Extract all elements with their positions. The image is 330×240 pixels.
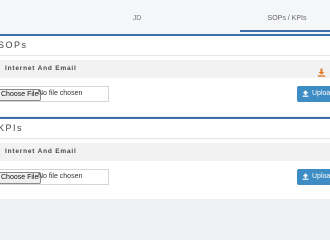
tab-bar: JD SOPs / KPIs: [0, 0, 330, 34]
sops-title: SOPs: [0, 40, 28, 50]
subheader-label: Internet And Email: [5, 148, 77, 155]
sops-file-input[interactable]: Choose File No file chosen: [0, 86, 109, 102]
choose-file-button[interactable]: Choose File: [0, 172, 42, 184]
kpis-subheader: Internet And Email: [0, 143, 330, 161]
file-status: No file chosen: [38, 173, 83, 180]
kpis-file-input[interactable]: Choose File No file chosen: [0, 169, 109, 185]
page-footer-space: [0, 207, 330, 220]
divider: [0, 55, 330, 56]
kpis-upload-button[interactable]: Upload: [297, 169, 330, 185]
file-status: No file chosen: [38, 90, 83, 97]
download-icon[interactable]: [317, 64, 326, 77]
upload-icon: [302, 90, 309, 97]
active-tab-indicator: [240, 30, 330, 32]
upload-label: Upload: [312, 90, 330, 97]
kpis-panel: KPIs Internet And Email Choose File No f…: [0, 117, 330, 199]
upload-label: Upload: [312, 173, 330, 180]
sops-upload-button[interactable]: Upload: [297, 86, 330, 102]
sops-subheader: Internet And Email: [0, 60, 330, 78]
sops-panel: SOPs Internet And Email Choose File No f…: [0, 34, 330, 116]
divider: [0, 138, 330, 139]
tab-jd[interactable]: JD: [96, 0, 178, 34]
upload-icon: [302, 173, 309, 180]
choose-file-button[interactable]: Choose File: [0, 89, 42, 101]
tab-sops-kpis[interactable]: SOPs / KPIs: [236, 0, 330, 34]
subheader-label: Internet And Email: [5, 65, 77, 72]
kpis-title: KPIs: [0, 123, 24, 133]
